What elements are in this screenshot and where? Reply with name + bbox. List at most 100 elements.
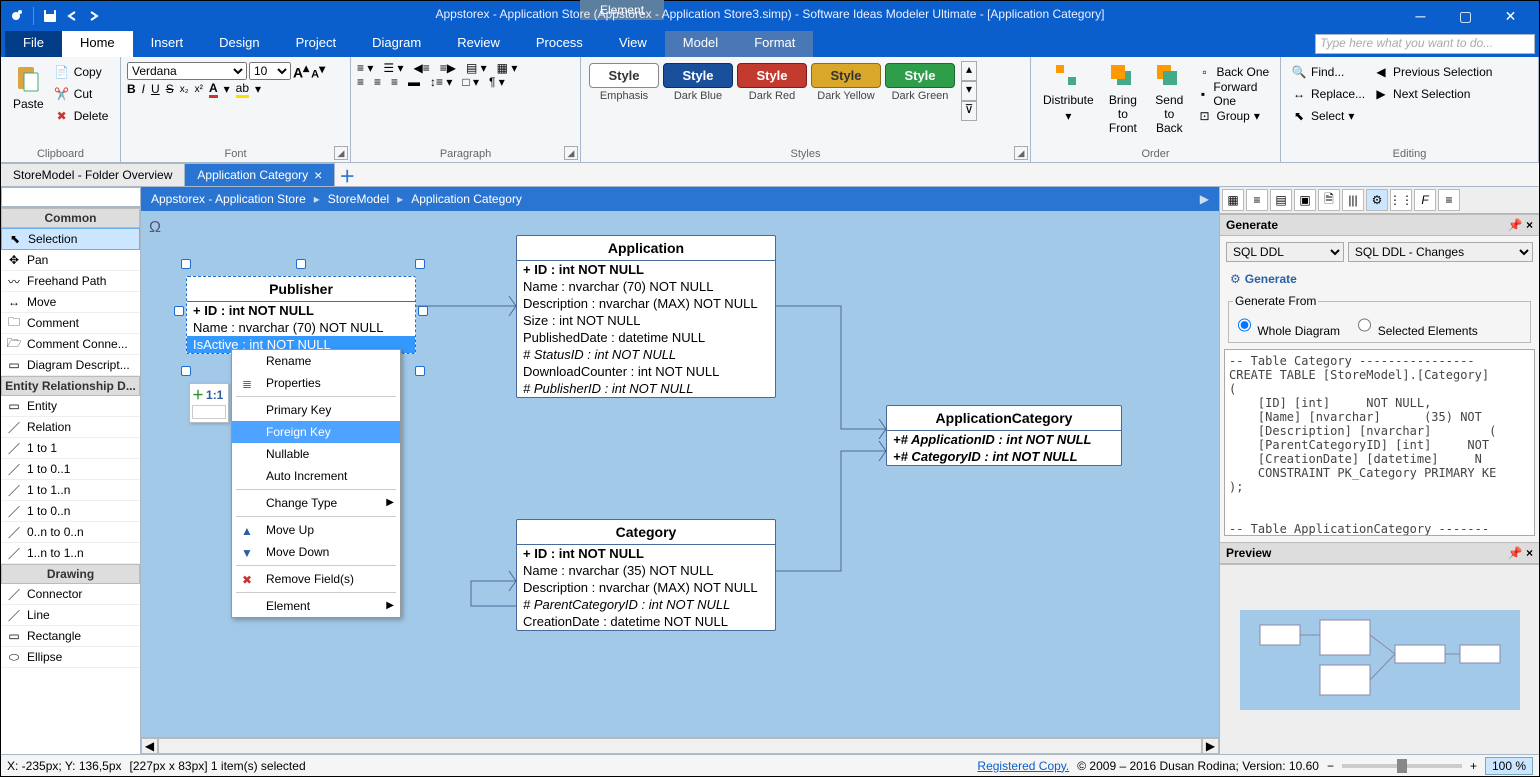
toolbox-item-diagram-descript-[interactable]: ▭Diagram Descript... [1,355,140,376]
gen-format-select[interactable]: SQL DDL [1226,242,1344,262]
entity-field[interactable]: PublishedDate : datetime NULL [517,329,775,346]
rp-tool-1[interactable]: ▦ [1222,189,1244,211]
h-scrollbar[interactable]: ◀ ▶ [141,737,1219,754]
align-left-button[interactable]: ≡ [357,75,364,89]
bring-front-button[interactable]: Bring to Front [1100,61,1146,137]
toolbox-item-ellipse[interactable]: ⬭Ellipse [1,647,140,668]
entity-field[interactable]: Description : nvarchar (MAX) NOT NULL [517,579,775,596]
styles-launcher-icon[interactable]: ◢ [1014,146,1028,160]
file-menu[interactable]: File [5,31,62,57]
styles-scroll-down-icon[interactable]: ▾ [961,81,977,101]
group-button[interactable]: ⊡Group ▾ [1192,105,1274,127]
paste-button[interactable]: Paste [7,61,50,127]
scroll-right-icon[interactable]: ▶ [1202,738,1219,754]
preview-pane[interactable] [1220,564,1539,754]
rp-tool-3[interactable]: ▤ [1270,189,1292,211]
bc-options-icon[interactable]: ▶ [1200,192,1209,206]
entity-application[interactable]: Application+ ID : int NOT NULLName : nva… [516,235,776,398]
toolbox-item-comment-conne-[interactable]: 🗁Comment Conne... [1,334,140,355]
toolbox-item-entity[interactable]: ▭Entity [1,396,140,417]
styles-scroll-up-icon[interactable]: ▴ [961,61,977,81]
sel-handle[interactable] [181,366,191,376]
style-dark-green[interactable]: Style [885,63,955,88]
cm-move-down[interactable]: ▼Move Down [232,541,400,563]
shrink-font-icon[interactable]: A▾ [311,62,325,81]
pin-icon[interactable]: 📌 [1508,546,1523,560]
entity-field[interactable]: Description : nvarchar (MAX) NOT NULL [517,295,775,312]
grow-font-icon[interactable]: A▴ [293,61,309,81]
line-spacing-button[interactable]: ↕≡ ▾ [430,75,452,89]
entity-field[interactable]: Name : nvarchar (70) NOT NULL [187,319,415,336]
sel-handle[interactable] [415,366,425,376]
style-dark-blue[interactable]: Style [663,63,733,88]
font-color-dropdown-icon[interactable]: ▾ [224,82,230,96]
sel-handle[interactable] [174,306,184,316]
toolbox-group-erd[interactable]: Entity Relationship D... [1,376,140,396]
toolbox-item-1-n-to-1-n[interactable]: ／1..n to 1..n [1,543,140,564]
numbering-button[interactable]: ☰ ▾ [383,61,403,75]
cm-move-up[interactable]: ▲Move Up [232,519,400,541]
toolbox-item-pan[interactable]: ✥Pan [1,250,140,271]
maximize-button[interactable]: ▢ [1443,1,1488,31]
bold-button[interactable]: B [127,82,136,96]
close-tab-icon[interactable]: × [314,167,322,183]
entity-category[interactable]: Category+ ID : int NOT NULLName : nvarch… [516,519,776,631]
select-button[interactable]: ⬉Select ▾ [1287,105,1369,127]
rp-tool-7[interactable]: ⚙ [1366,189,1388,211]
font-name-select[interactable]: Verdana [127,62,247,80]
entity-field[interactable]: +# ApplicationID : int NOT NULL [887,431,1121,448]
bc-1[interactable]: StoreModel [328,192,389,206]
styles-more-icon[interactable]: ⊽ [961,101,977,121]
style-emphasis[interactable]: Style [589,63,659,88]
toolbox-item-freehand-path[interactable]: 〰Freehand Path [1,271,140,292]
relation-card[interactable]: ＋1:1 [189,383,229,423]
subscript-button[interactable]: x₂ [180,84,189,95]
toolbox-item-1-to-0-n[interactable]: ／1 to 0..n [1,501,140,522]
save-icon[interactable] [40,6,60,26]
zoom-out-button[interactable]: − [1327,759,1334,773]
margins-button[interactable]: □ ▾ [462,75,479,89]
zoom-slider[interactable] [1342,764,1462,768]
delete-button[interactable]: ✖Delete [50,105,113,127]
diagram-canvas[interactable]: Ω Publisher+ ID : int NOT NULLName : nva… [141,211,1219,737]
toolbox-item-comment[interactable]: 🗀Comment [1,313,140,334]
sel-handle[interactable] [418,306,428,316]
indent-button[interactable]: ≡▶ [440,61,456,75]
generate-button[interactable]: ⚙ Generate [1226,268,1533,290]
tab-project[interactable]: Project [278,31,354,57]
scroll-left-icon[interactable]: ◀ [141,738,158,754]
copy-button[interactable]: 📄Copy [50,61,113,83]
gen-format2-select[interactable]: SQL DDL - Changes [1348,242,1533,262]
entity-field[interactable]: Size : int NOT NULL [517,312,775,329]
style-dark-yellow[interactable]: Style [811,63,881,88]
toolbox-item-1-to-1[interactable]: ／1 to 1 [1,438,140,459]
forward-one-button[interactable]: ▪Forward One [1192,83,1274,105]
h-align-button[interactable]: ▤ ▾ [466,61,487,75]
tab-diagram[interactable]: Diagram [354,31,439,57]
highlight-dropdown-icon[interactable]: ▾ [255,82,261,96]
rp-tool-8[interactable]: ⋮⋮ [1390,189,1412,211]
tab-review[interactable]: Review [439,31,518,57]
rp-tool-6[interactable]: ||| [1342,189,1364,211]
styles-gallery[interactable]: StyleEmphasisStyleDark BlueStyleDark Red… [587,61,1024,121]
close-button[interactable]: ✕ [1488,1,1533,31]
scroll-track[interactable] [158,738,1202,754]
entity-field[interactable]: DownloadCounter : int NOT NULL [517,363,775,380]
align-right-button[interactable]: ≡ [391,75,398,89]
cm-rename[interactable]: Rename [232,350,400,372]
entity-field[interactable]: +# CategoryID : int NOT NULL [887,448,1121,465]
rp-tool-5[interactable]: 🗎 [1318,189,1340,211]
tab-process[interactable]: Process [518,31,601,57]
cut-button[interactable]: ✂️Cut [50,83,113,105]
superscript-button[interactable]: x² [195,84,203,95]
tab-design[interactable]: Design [201,31,277,57]
toolbox-item-move[interactable]: ↔Move [1,292,140,313]
style-dark-red[interactable]: Style [737,63,807,88]
bc-2[interactable]: Application Category [411,192,522,206]
cm-properties[interactable]: ≣Properties [232,372,400,394]
align-justify-button[interactable]: ▬ [408,75,420,89]
entity-field[interactable]: + ID : int NOT NULL [187,302,415,319]
prev-selection-button[interactable]: ◀Previous Selection [1369,61,1496,83]
toolbox-item-connector[interactable]: ／Connector [1,584,140,605]
align-center-button[interactable]: ≡ [374,75,381,89]
